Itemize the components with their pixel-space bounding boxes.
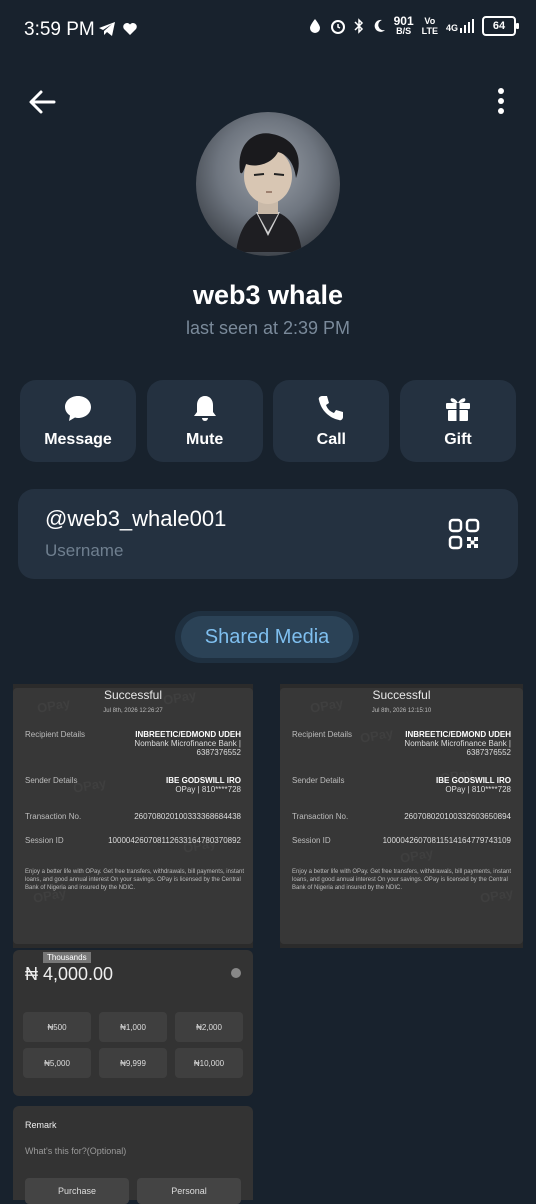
media-thumbnail-1[interactable]: OPay OPay OPay OPay OPay Successful Jul … — [13, 684, 253, 948]
profile-name: web3 whale — [192, 280, 344, 310]
gift-icon — [445, 398, 470, 421]
amount-chips: ₦500 ₦1,000 ₦2,000 ₦5,000 ₦9,999 ₦10,000 — [23, 1012, 243, 1078]
username-value[interactable]: @web3_whale001 — [45, 506, 226, 532]
mute-button-label: Mute — [185, 431, 224, 448]
receipt-date: Jul 8th, 2026 12:26:27 — [103, 708, 163, 714]
avatar[interactable] — [196, 112, 340, 256]
volte-indicator: Vo LTE — [421, 16, 438, 36]
signal-icon: 4G — [446, 19, 474, 33]
shared-media-tab[interactable]: Shared Media — [181, 616, 353, 658]
last-seen-status: last seen at 2:39 PM — [185, 318, 351, 338]
chat-bubble-icon — [65, 396, 91, 421]
moon-icon — [374, 19, 385, 32]
media-thumbnail-2[interactable]: OPay OPay OPay OPay OPay Successful Jul … — [280, 684, 523, 948]
back-arrow-icon[interactable] — [24, 84, 60, 120]
amount-value: ₦ 4,000.00 — [25, 964, 114, 984]
username-card[interactable]: @web3_whale001 Username — [18, 489, 518, 579]
telegram-icon — [99, 22, 115, 36]
amount-chip: ₦500 — [23, 1012, 91, 1042]
status-time: 3:59 PM — [24, 19, 95, 40]
remark-title: Remark — [25, 1120, 57, 1130]
phone-icon — [319, 396, 344, 421]
remark-placeholder: What's this for?(Optional) — [25, 1146, 127, 1156]
receipt-card: OPay OPay OPay OPay OPay Successful Jul … — [280, 688, 523, 944]
thousands-tag: Thousands — [43, 952, 91, 963]
receipt-title: Successful — [372, 688, 431, 702]
personal-chip: Personal — [137, 1178, 241, 1204]
receipt-title: Successful — [103, 688, 163, 702]
amount-chip: ₦5,000 — [23, 1048, 91, 1078]
call-button-label: Call — [316, 431, 346, 448]
action-buttons: Message Mute Call Gift — [20, 380, 516, 462]
amount-chip: ₦9,999 — [99, 1048, 167, 1078]
call-button[interactable]: Call — [273, 380, 390, 462]
net-speed: 901 B/S — [393, 14, 414, 36]
username-label: Username — [45, 541, 124, 560]
data-saver-icon — [309, 19, 320, 33]
media-thumbnail-3[interactable]: Thousands ₦ 4,000.00 ₦500 ₦1,000 ₦2,000 … — [13, 950, 253, 1096]
more-vertical-icon[interactable] — [494, 84, 508, 120]
battery-icon: 64 — [482, 16, 519, 36]
clear-icon — [231, 968, 241, 978]
receipt-card: OPay OPay OPay OPay OPay Successful Jul … — [13, 687, 253, 944]
watermark: OPay — [398, 845, 435, 866]
amount-chip: ₦1,000 — [99, 1012, 167, 1042]
receipt-footer: Enjoy a better life with OPay. Get free … — [25, 869, 244, 891]
amount-chip: ₦2,000 — [175, 1012, 243, 1042]
purchase-chip: Purchase — [25, 1178, 129, 1204]
message-button-label: Message — [44, 431, 112, 448]
qr-code-icon[interactable] — [448, 518, 480, 550]
alarm-icon — [330, 20, 345, 34]
receipt-footer: Enjoy a better life with OPay. Get free … — [292, 869, 511, 891]
amount-chip: ₦10,000 — [175, 1048, 243, 1078]
message-button[interactable]: Message — [20, 380, 136, 462]
mute-button[interactable]: Mute — [146, 380, 263, 462]
media-thumbnail-4[interactable]: Remark What's this for?(Optional) Purcha… — [13, 1106, 253, 1204]
avatar-illustration — [236, 133, 302, 252]
status-bar: 3:59 PM 901 B/S Vo LTE 4G 64 — [0, 0, 536, 60]
heart-icon — [123, 23, 137, 35]
gift-button-label: Gift — [444, 431, 472, 448]
bell-icon — [193, 396, 216, 421]
watermark: OPay — [358, 725, 395, 746]
gift-button[interactable]: Gift — [399, 380, 516, 462]
shared-media-tab-wrap: Shared Media — [175, 611, 359, 663]
receipt-date: Jul 8th, 2026 12:15:10 — [371, 708, 432, 714]
bluetooth-icon — [354, 18, 363, 34]
